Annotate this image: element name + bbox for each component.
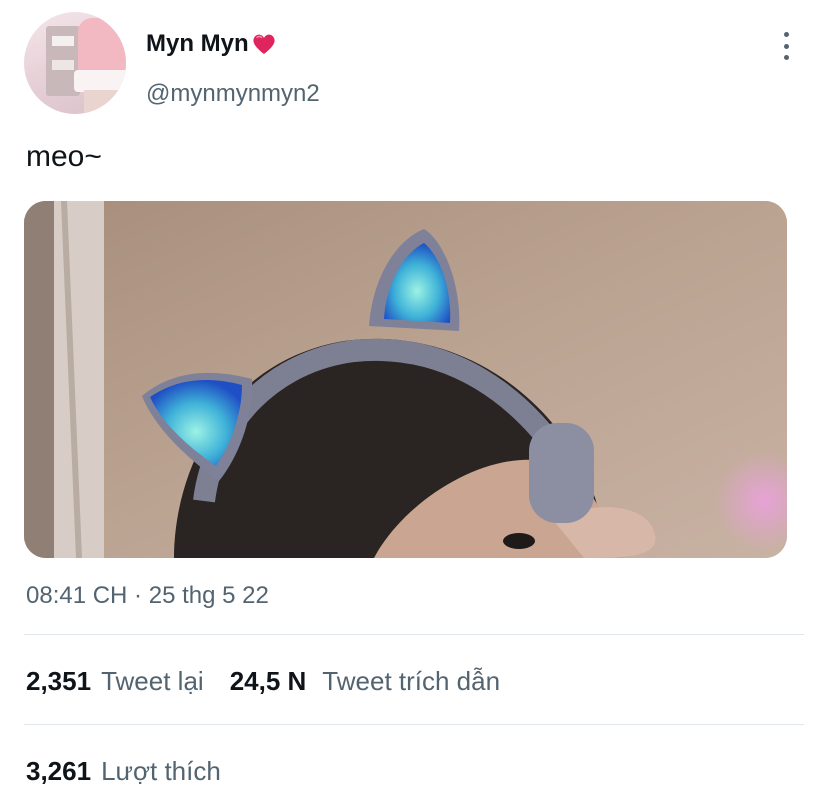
quotes-label: Tweet trích dẫn [322,666,501,696]
likes-count: 3,261 [26,756,92,786]
tweet-timestamp[interactable]: 08:41 CH · 25 thg 5 22 [26,582,269,610]
tweet-photo[interactable] [24,201,787,558]
likes-label: Lượt thích [101,756,221,786]
likes-row: 3,261 Lượt thích [26,756,221,787]
author-name-row[interactable]: Myn Myn [146,30,277,58]
more-options-button[interactable] [772,30,800,62]
likes-stat[interactable]: 3,261 Lượt thích [26,756,221,787]
retweets-stat[interactable]: 2,351 Tweet lại [26,666,204,697]
avatar[interactable] [24,12,126,114]
tweet-text: meo~ [26,140,102,173]
more-dot-icon [783,55,789,60]
retweets-label: Tweet lại [101,666,204,696]
heart-icon [251,32,277,56]
avatar-legs-shape [84,90,118,114]
divider [24,724,804,725]
author-handle[interactable]: @mynmynmyn2 [146,80,320,108]
quote-tweets-stat[interactable]: 24,5 N Tweet trích dẫn [230,666,500,697]
divider [24,634,804,635]
engagement-row: 2,351 Tweet lại 24,5 N Tweet trích dẫn [26,666,500,697]
quotes-count: 24,5 N [229,666,307,696]
display-name[interactable]: Myn Myn [146,30,249,58]
more-dot-icon [783,32,789,37]
retweets-count: 2,351 [26,666,92,696]
avatar-skirt-shape [74,70,126,92]
more-dot-icon [783,43,789,49]
